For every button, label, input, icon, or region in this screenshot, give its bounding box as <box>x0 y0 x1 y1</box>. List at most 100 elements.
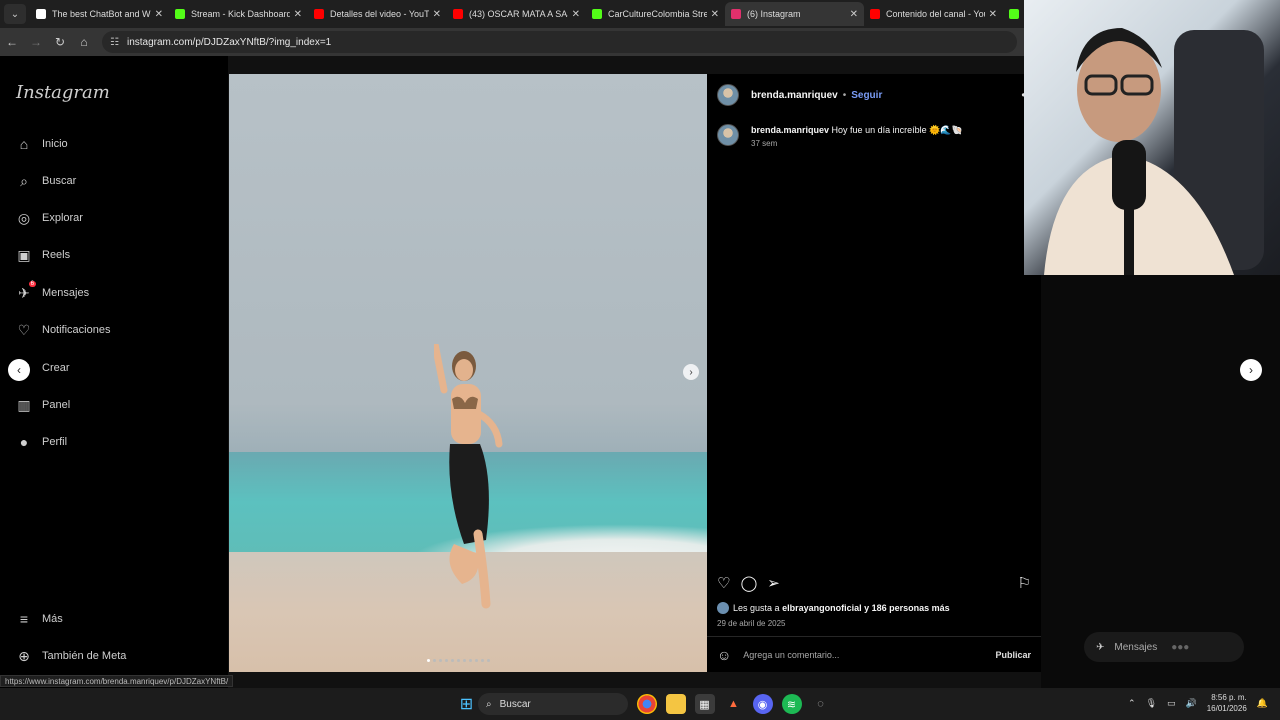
tab-favicon-icon <box>870 9 880 19</box>
likes-prefix: Les gusta a <box>733 603 780 613</box>
prev-post-icon[interactable]: ‹ <box>8 359 30 381</box>
start-icon[interactable]: ⊞ <box>457 694 477 714</box>
app-icon[interactable]: ▲ <box>724 694 744 714</box>
post-modal: › brenda.manriquev • Seguir ••• brenda.m… <box>229 74 1041 672</box>
spotify-icon[interactable]: ≋ <box>781 694 802 714</box>
reload-icon[interactable]: ↻ <box>48 35 72 49</box>
tab-close-icon[interactable]: ✕ <box>711 9 719 20</box>
sidebar-item-panel[interactable]: ▥ Panel <box>16 397 70 413</box>
webcam-overlay <box>1024 0 1280 275</box>
sidebar-item-label: Buscar <box>42 175 77 187</box>
follow-button[interactable]: Seguir <box>851 90 882 101</box>
discord-icon[interactable]: ◉ <box>752 694 773 714</box>
caption-username[interactable]: brenda.manriquev <box>751 125 829 135</box>
sidebar-item-label: Reels <box>42 249 71 261</box>
forward-icon[interactable]: → <box>24 35 48 49</box>
messages-pill[interactable]: ✈ Mensajes ●●● <box>1084 632 1244 662</box>
heart-icon: ♡ <box>17 321 31 338</box>
browser-tab[interactable]: Contenido del canal - You ✕ <box>864 2 1003 26</box>
url-text: instagram.com/p/DJDZaxYNftB/?img_index=1 <box>126 36 332 48</box>
chrome-icon[interactable] <box>636 694 657 714</box>
network-icon[interactable]: ▭ <box>1167 698 1176 709</box>
notification-icon[interactable]: 🔔 <box>1257 698 1268 709</box>
tab-close-icon[interactable]: ✕ <box>850 9 858 20</box>
tab-close-icon[interactable]: ✕ <box>294 9 302 20</box>
clock-date: 16/01/2026 <box>1206 704 1247 713</box>
sidebar-footer-item[interactable]: ≡ Más <box>16 611 63 627</box>
browser-tab[interactable]: (43) OSCAR MATA A SASH ✕ <box>447 2 586 26</box>
tab-close-icon[interactable]: ✕ <box>572 9 580 20</box>
tab-favicon-icon <box>453 9 463 19</box>
caption-text: Hoy fue un día increíble 🌞🌊🐚 <box>831 125 963 135</box>
home-button-icon[interactable]: ⌂ <box>72 35 96 49</box>
comment-icon[interactable]: ◯ <box>740 574 757 592</box>
sidebar-item-label: Mensajes <box>42 287 90 299</box>
separator-dot: • <box>842 89 847 101</box>
instagram-logo[interactable]: Instagram <box>16 82 110 103</box>
taskbar-search[interactable]: ⌕ Buscar <box>478 693 628 715</box>
back-icon[interactable]: ← <box>0 35 24 49</box>
home-icon: ⌂ <box>19 136 29 152</box>
next-post-icon[interactable]: › <box>1240 359 1262 381</box>
sidebar-item-buscar[interactable]: ⌕ Buscar <box>16 173 76 189</box>
url-field[interactable]: ☷ instagram.com/p/DJDZaxYNftB/?img_index… <box>102 31 1017 53</box>
instagram-sidebar: Instagram ⌂ Inicio ⌕ Buscar ◎ Explorar ▣ Reels ✈… <box>0 56 228 688</box>
browser-tab[interactable]: (6) Instagram ✕ <box>725 2 864 26</box>
sidebar-footer-label: También de Meta <box>42 650 127 662</box>
like-heart-icon[interactable]: ♡ <box>717 574 730 592</box>
carousel-dot <box>475 659 478 662</box>
caption-avatar[interactable] <box>717 124 739 146</box>
sidebar-item-inicio[interactable]: ⌂ Inicio <box>16 136 68 152</box>
comment-input[interactable]: Agrega un comentario... <box>743 650 995 660</box>
likes-line: Les gusta a elbrayangonoficial y 186 per… <box>717 602 950 614</box>
post-header: brenda.manriquev • Seguir ••• <box>717 82 1032 108</box>
sidebar-item-mensajes[interactable]: ✈ 6 Mensajes <box>16 281 90 301</box>
clock[interactable]: 8:56 p. m. 16/01/2026 <box>1207 692 1247 714</box>
file-explorer-icon[interactable] <box>665 694 686 714</box>
carousel-dot <box>451 659 454 662</box>
author-avatar[interactable] <box>717 84 739 106</box>
sidebar-item-explorar[interactable]: ◎ Explorar <box>16 210 83 226</box>
sidebar-item-notificaciones[interactable]: ♡ Notificaciones <box>16 321 111 338</box>
browser-tab[interactable]: Stream - Kick Dashboard ✕ <box>169 2 308 26</box>
messages-badge: 6 <box>28 281 36 287</box>
browser-tab[interactable]: Detalles del video - YouTu ✕ <box>308 2 447 26</box>
app-icon-2[interactable]: ◌ <box>811 694 831 714</box>
save-bookmark-icon[interactable]: ⚐ <box>1018 574 1031 592</box>
mic-icon[interactable]: 🎙 <box>1146 698 1157 709</box>
carousel-next-icon[interactable]: › <box>683 364 699 380</box>
emoji-icon[interactable]: ☺ <box>717 647 731 663</box>
browser-tab[interactable]: CarCultureColombia Strea ✕ <box>586 2 725 26</box>
messenger-icon: ✈ <box>1096 641 1105 653</box>
tray-chevron-icon[interactable]: ⌃ <box>1128 698 1136 709</box>
tab-search-button[interactable]: ⌄ <box>4 4 26 24</box>
browser-tab[interactable]: The best ChatBot and Wi ✕ <box>30 2 169 26</box>
messages-pill-label: Mensajes <box>1114 641 1158 653</box>
caption-time[interactable]: 37 sem <box>751 139 963 148</box>
liker-avatar <box>717 602 729 614</box>
tab-favicon-icon <box>1009 9 1019 19</box>
share-icon[interactable]: ➢ <box>767 574 780 592</box>
sidebar-item-label: Notificaciones <box>42 324 111 336</box>
sidebar-item-label: Explorar <box>42 212 83 224</box>
sidebar-footer-item[interactable]: ⊕ También de Meta <box>16 648 126 664</box>
tab-close-icon[interactable]: ✕ <box>155 9 163 20</box>
post-date[interactable]: 29 de abril de 2025 <box>717 619 786 628</box>
chart-icon: ▥ <box>17 396 31 413</box>
sidebar-item-reels[interactable]: ▣ Reels <box>16 247 70 263</box>
volume-icon[interactable]: 🔊 <box>1186 698 1197 709</box>
carousel-dot <box>457 659 460 662</box>
carousel-dots <box>427 659 490 662</box>
tab-close-icon[interactable]: ✕ <box>989 9 997 20</box>
likes-user[interactable]: elbrayangonoficial <box>782 603 862 613</box>
sidebar-item-perfil[interactable]: ● Perfil <box>16 434 67 450</box>
store-icon[interactable]: ▦ <box>694 694 715 714</box>
carousel-dot <box>439 659 442 662</box>
reels-icon: ▣ <box>17 246 31 263</box>
site-settings-icon[interactable]: ☷ <box>110 37 119 48</box>
system-tray: ⌃ 🎙 ▭ 🔊 8:56 p. m. 16/01/2026 🔔 <box>1128 692 1268 714</box>
tab-close-icon[interactable]: ✕ <box>433 9 441 20</box>
likes-count[interactable]: y 186 personas más <box>864 603 950 613</box>
publish-button[interactable]: Publicar <box>995 650 1031 660</box>
author-username[interactable]: brenda.manriquev <box>751 90 838 101</box>
